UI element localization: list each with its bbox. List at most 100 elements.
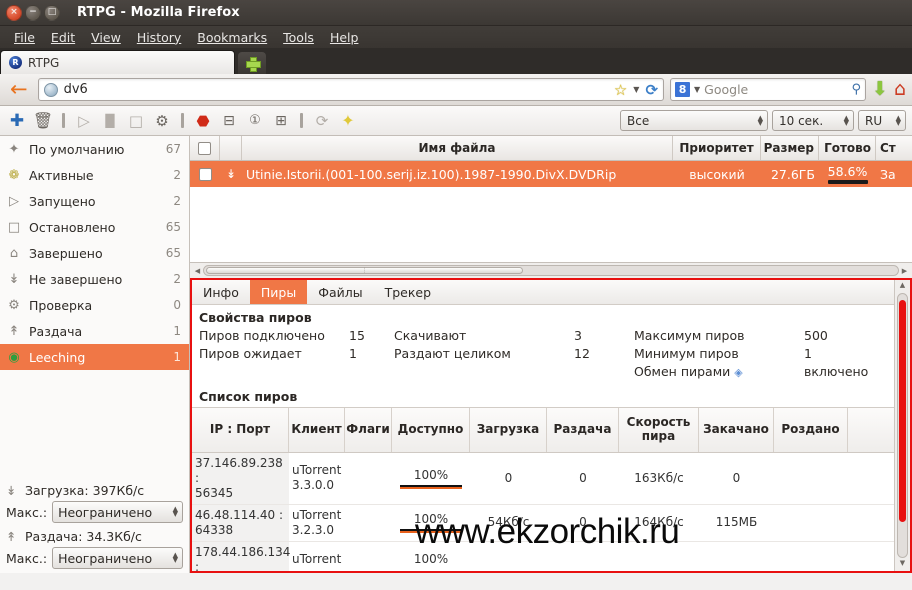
column-header-filename[interactable]: Имя файла (242, 136, 673, 160)
back-icon[interactable]: ← (6, 79, 32, 100)
tab-info[interactable]: Инфо (192, 280, 250, 304)
peer-column-client[interactable]: Клиент (289, 408, 345, 452)
downloads-icon[interactable]: ⬇ (872, 80, 888, 99)
menu-edit[interactable]: Edit (43, 28, 83, 47)
search-icon[interactable]: ⚲ (851, 82, 861, 97)
scroll-up-icon[interactable]: ▲ (900, 281, 905, 292)
prop-empty-4 (574, 364, 634, 379)
download-max-select[interactable]: Неограничено ▲ ▼ (52, 501, 183, 523)
peer-column-ip[interactable]: IP : Порт (192, 408, 289, 452)
column-header-size[interactable]: Размер (761, 136, 819, 160)
maximize-icon: □ (47, 7, 57, 17)
priority-one-icon[interactable]: ① (244, 110, 266, 132)
tab-peers[interactable]: Пиры (249, 280, 308, 304)
star-icon[interactable]: ✦ (337, 110, 359, 132)
peer-column-downloaded[interactable]: Закачано (699, 408, 774, 452)
stop-icon[interactable]: □ (125, 110, 147, 132)
peer-properties-title: Свойства пиров (199, 310, 312, 325)
sidebar-item-default[interactable]: ✦ По умолчанию 67 (0, 136, 189, 162)
window-close-button[interactable]: × (6, 4, 22, 21)
prop-waiting-value: 1 (349, 346, 357, 361)
peer-column-download[interactable]: Загрузка (470, 408, 547, 452)
google-icon: 8 (675, 82, 691, 97)
scroll-left-icon[interactable]: ◀ (192, 267, 203, 275)
peer-row[interactable]: 178.44.186.134 : uTorrent 100% (192, 541, 894, 571)
sidebar-item-checking[interactable]: ⚙ Проверка 0 (0, 292, 189, 318)
menu-edit-label: Edit (50, 29, 76, 45)
peer-client-cell: uTorrent (289, 542, 345, 571)
column-header-status[interactable]: Ст (876, 136, 912, 160)
peer-column-available[interactable]: Доступно (392, 408, 470, 452)
add-torrent-icon[interactable]: ✚ (6, 110, 28, 132)
sidebar-item-leeching[interactable]: ◉ Leeching 1 (0, 344, 189, 370)
sidebar-item-incomplete[interactable]: ↡ Не завершено 2 (0, 266, 189, 292)
torrent-list-hscrollbar[interactable]: ◀ ⋮ ▶ (190, 262, 912, 278)
table-row[interactable]: ↡ Utinie.Istorii.(001-100.serij.iz.100).… (190, 161, 912, 187)
settings-icon[interactable]: ⚙ (151, 110, 173, 132)
scroll-down-icon[interactable]: ▼ (900, 559, 905, 570)
tab-tracker[interactable]: Трекер (374, 280, 442, 304)
sidebar-item-completed[interactable]: ⌂ Завершено 65 (0, 240, 189, 266)
peer-column-peer-speed[interactable]: Скорость пира (619, 408, 699, 452)
window-maximize-button[interactable]: □ (44, 4, 60, 21)
sidebar-item-stopped[interactable]: □ Остановлено 65 (0, 214, 189, 240)
prop-downloading-value: 3 (574, 328, 582, 343)
sidebar-item-label: Завершено (29, 245, 103, 261)
row-checkbox-cell[interactable] (190, 161, 220, 187)
home-icon[interactable]: ⌂ (894, 80, 906, 99)
delete-torrent-icon[interactable]: 🗑 (32, 110, 54, 132)
peer-ip: 46.48.114.40 : (195, 507, 284, 522)
language-select[interactable]: RU ▲ ▼ (858, 110, 906, 131)
tab-files[interactable]: Файлы (307, 280, 373, 304)
record-stop-icon[interactable]: ⬣ (192, 110, 214, 132)
vscroll-thumb[interactable] (899, 300, 906, 522)
column-header-done[interactable]: Готово (819, 136, 876, 160)
vscroll-track[interactable] (897, 293, 908, 558)
interval-select[interactable]: 10 сек. ▲ ▼ (772, 110, 854, 131)
url-bar[interactable]: dv6 ☆ ▼ ⟳ (37, 78, 665, 101)
menu-bookmarks[interactable]: Bookmarks (189, 28, 275, 47)
hscroll-track[interactable]: ⋮ (203, 265, 899, 276)
select-all-header[interactable] (190, 136, 220, 160)
sidebar-item-count: 65 (165, 246, 181, 260)
upload-max-select[interactable]: Неограничено ▲ ▼ (52, 547, 183, 569)
row-checkbox[interactable] (198, 167, 212, 181)
search-engine-chevron-down-icon[interactable]: ▼ (694, 85, 700, 94)
peer-column-upload[interactable]: Раздача (547, 408, 619, 452)
sidebar-item-seeding[interactable]: ↟ Раздача 1 (0, 318, 189, 344)
url-input[interactable]: dv6 (64, 82, 608, 97)
new-tab-button[interactable] (238, 52, 266, 74)
hscroll-thumb[interactable]: ⋮ (206, 267, 523, 274)
priority-low-icon[interactable]: ⊟ (218, 110, 240, 132)
window-minimize-button[interactable]: − (25, 4, 41, 21)
pause-icon[interactable]: ▐▌ (99, 110, 121, 132)
details-vscrollbar[interactable]: ▲ ▼ (894, 280, 910, 571)
priority-high-icon[interactable]: ⊞ (270, 110, 292, 132)
peer-availability-bar (400, 484, 462, 489)
menu-tools[interactable]: Tools (275, 28, 322, 47)
peer-column-flags[interactable]: Флаги (345, 408, 392, 452)
peer-row[interactable]: 46.48.114.40 :64338 uTorrent 3.2.3.0 100% (192, 504, 894, 542)
start-icon[interactable]: ▷ (73, 110, 95, 132)
tab-rtpg[interactable]: R RTPG (0, 50, 235, 74)
chevron-down-icon[interactable]: ▼ (633, 85, 639, 94)
peer-row[interactable]: 37.146.89.238 :56345 uTorrent 3.3.0.0 100… (192, 452, 894, 505)
menu-file[interactable]: File (6, 28, 43, 47)
filter-select[interactable]: Все ▲ ▼ (620, 110, 768, 131)
scroll-right-icon[interactable]: ▶ (899, 267, 910, 275)
sidebar-item-active[interactable]: ❁ Активные 2 (0, 162, 189, 188)
search-input[interactable]: Google (704, 82, 847, 97)
refresh-icon[interactable]: ⟳ (311, 110, 333, 132)
sidebar-item-running[interactable]: ▷ Запущено 2 (0, 188, 189, 214)
select-all-checkbox[interactable] (198, 141, 211, 155)
column-header-priority[interactable]: Приоритет (673, 136, 761, 160)
reload-icon[interactable]: ⟳ (645, 81, 658, 99)
window-title: RTPG - Mozilla Firefox (77, 5, 240, 20)
bookmark-star-icon[interactable]: ☆ (614, 81, 627, 99)
peer-column-uploaded[interactable]: Роздано (774, 408, 848, 452)
menu-history[interactable]: History (129, 28, 189, 47)
menu-view[interactable]: View (83, 28, 129, 47)
plus-icon (245, 56, 261, 72)
menu-help[interactable]: Help (322, 28, 367, 47)
search-bar[interactable]: 8 ▼ Google ⚲ (670, 78, 867, 101)
